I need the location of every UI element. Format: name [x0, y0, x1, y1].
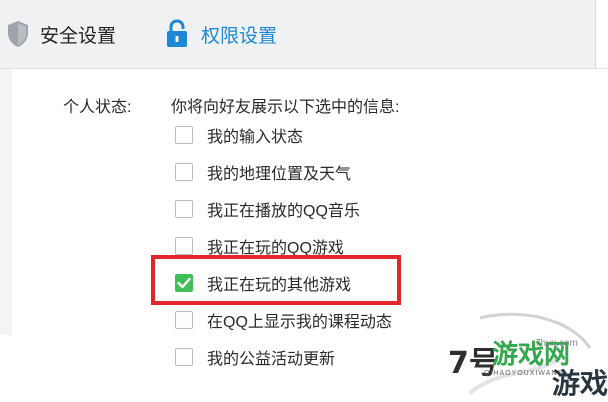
option-label: 在QQ上显示我的课程动态: [207, 314, 392, 331]
checkbox[interactable]: [175, 163, 193, 181]
checkbox[interactable]: [175, 200, 193, 218]
option-label: 我的公益活动更新: [207, 351, 336, 368]
option-location-weather[interactable]: 我的地理位置及天气: [175, 161, 351, 183]
option-label: 我的输入状态: [207, 129, 304, 146]
settings-tab-bar: 安全设置 权限设置: [0, 0, 608, 69]
option-input-status[interactable]: 我的输入状态: [175, 124, 303, 146]
tab-permission-settings[interactable]: 权限设置: [165, 0, 277, 68]
checkbox[interactable]: [175, 348, 193, 366]
option-charity-updates[interactable]: 我的公益活动更新: [175, 346, 335, 368]
option-qq-music[interactable]: 我正在播放的QQ音乐: [175, 198, 360, 220]
tab-permission-label: 权限设置: [201, 25, 278, 47]
status-hint-text: 你将向好友展示以下选中的信息:: [171, 99, 400, 116]
checkbox[interactable]: [175, 311, 193, 329]
personal-status-label: 个人状态:: [63, 99, 132, 116]
tab-security-settings[interactable]: 安全设置: [6, 0, 116, 68]
option-label: 我正在播放的QQ音乐: [207, 203, 360, 220]
checkbox[interactable]: [175, 237, 193, 255]
option-course-activity[interactable]: 在QQ上显示我的课程动态: [175, 309, 392, 331]
lock-icon: [165, 19, 189, 49]
watermark-game: 游戏: [552, 367, 608, 400]
option-label: 我的地理位置及天气: [207, 166, 352, 183]
checkbox[interactable]: [175, 126, 193, 144]
panel-edge: [595, 0, 608, 68]
left-rail: [0, 69, 12, 335]
tab-security-label: 安全设置: [40, 25, 117, 47]
site-watermark: 7号 游戏网 7hyx.com QIHAOYOUXIWANG 游戏: [440, 308, 608, 400]
shield-icon: [6, 19, 30, 49]
option-qq-game[interactable]: 我正在玩的QQ游戏: [175, 235, 344, 257]
highlight-box: [151, 255, 401, 305]
watermark-url: 7hyx.com: [535, 338, 578, 349]
